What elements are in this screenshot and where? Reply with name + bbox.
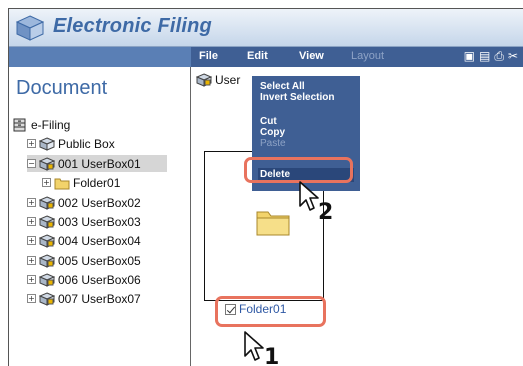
expand-icon[interactable]: + (27, 256, 36, 265)
expand-icon[interactable]: + (27, 198, 36, 207)
toolbar-icons: ▣▤⎙✂ (464, 49, 522, 64)
cursor-pointer-icon (244, 331, 264, 361)
title-bar: Electronic Filing (9, 9, 523, 47)
sidebar-heading: Document (16, 77, 108, 99)
menu-layout: Layout (351, 50, 385, 62)
save-icon[interactable]: ▤ (479, 49, 494, 63)
tree-item-folder01[interactable]: + Folder01 (42, 174, 120, 191)
tree-item-label: 006 UserBox06 (58, 272, 141, 287)
menu-item-copy[interactable]: Copy (260, 127, 285, 138)
folder-label[interactable]: Folder01 (239, 302, 286, 316)
menu-item-select-all[interactable]: Select All (260, 81, 305, 92)
tree-item-label: 001 UserBox01 (58, 156, 141, 171)
userbox-icon (39, 272, 55, 287)
sidebar: Document e-Filing + Public Box − 001 Use… (9, 67, 191, 366)
tree-item-userbox01[interactable]: − 001 UserBox01 (27, 155, 167, 172)
step-number-1: 1 (264, 345, 280, 366)
tree-item-userbox06[interactable]: + 006 UserBox06 (27, 271, 141, 288)
folder-icon (256, 211, 290, 236)
tree-item-label: 002 UserBox02 (58, 195, 141, 210)
tree-item-label: 007 UserBox07 (58, 291, 141, 306)
menu-edit[interactable]: Edit (247, 50, 268, 62)
menu-item-cut[interactable]: Cut (260, 116, 277, 127)
menu-view[interactable]: View (299, 50, 324, 62)
tree-item-label: 004 UserBox04 (58, 233, 141, 248)
tree-item-label: Folder01 (73, 175, 121, 190)
box-icon (39, 136, 55, 151)
folder-icon (54, 176, 70, 190)
current-box-name: User (215, 73, 241, 87)
tree-item-userbox02[interactable]: + 002 UserBox02 (27, 194, 141, 211)
cabinet-icon (12, 118, 28, 132)
expand-icon[interactable]: + (27, 275, 36, 284)
current-box-label: User (196, 73, 240, 87)
cursor-pointer-icon (299, 181, 319, 211)
app-title: Electronic Filing (53, 15, 212, 37)
menu-item-paste: Paste (260, 138, 286, 149)
expand-icon[interactable]: + (27, 294, 36, 303)
userbox-icon (39, 291, 55, 306)
tree-item-efiling[interactable]: e-Filing (12, 116, 70, 133)
sidebar-header-strip (9, 47, 191, 67)
expand-icon[interactable]: + (27, 139, 36, 148)
menu-item-invert-selection[interactable]: Invert Selection (260, 92, 334, 103)
menu-bar: File Edit View Layout ▣▤⎙✂ (191, 47, 523, 67)
tree-item-userbox04[interactable]: + 004 UserBox04 (27, 232, 141, 249)
expand-icon[interactable]: + (42, 178, 51, 187)
cut-icon[interactable]: ✂ (508, 49, 522, 63)
userbox-icon (39, 156, 55, 171)
tree-item-label: 005 UserBox05 (58, 253, 141, 268)
tree-item-userbox07[interactable]: + 007 UserBox07 (27, 290, 141, 307)
userbox-icon (39, 214, 55, 229)
tree-item-label: Public Box (58, 136, 115, 151)
step-number-2: 2 (318, 200, 334, 225)
tree-item-userbox03[interactable]: + 003 UserBox03 (27, 213, 141, 230)
userbox-icon (39, 195, 55, 210)
print-icon[interactable]: ⎙ (494, 49, 508, 63)
userbox-icon (39, 253, 55, 268)
tree-item-label: 003 UserBox03 (58, 214, 141, 229)
expand-icon[interactable]: + (27, 236, 36, 245)
userbox-icon (39, 233, 55, 248)
app-logo-icon (15, 14, 45, 42)
tree-item-userbox05[interactable]: + 005 UserBox05 (27, 252, 141, 269)
scan-icon[interactable]: ▣ (464, 49, 479, 63)
userbox-icon (196, 73, 212, 87)
folder-checkbox[interactable] (225, 303, 236, 315)
menu-file[interactable]: File (199, 50, 218, 62)
collapse-icon[interactable]: − (27, 159, 36, 168)
expand-icon[interactable]: + (27, 217, 36, 226)
folder-item[interactable]: Folder01 (225, 302, 286, 316)
tree-item-public-box[interactable]: + Public Box (27, 135, 115, 152)
tree-item-label: e-Filing (31, 117, 71, 132)
